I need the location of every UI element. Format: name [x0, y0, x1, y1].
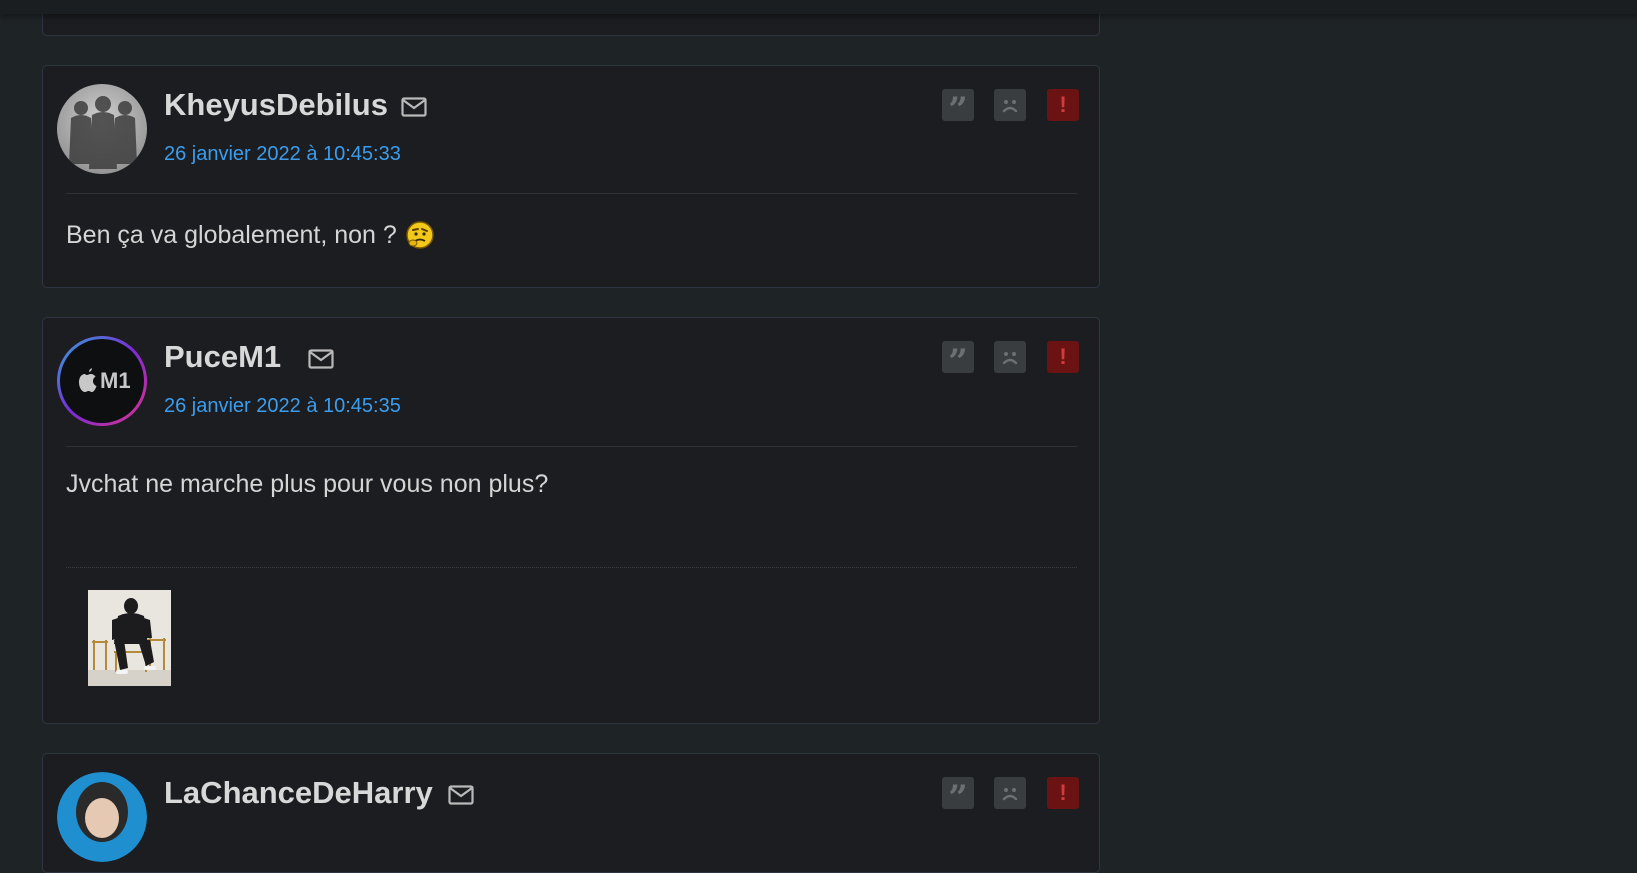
sad-button[interactable] [994, 89, 1026, 121]
top-navigation-bar [0, 0, 1637, 14]
forum-post: KheyusDebilus 26 janvier 2022 à 10:45:33… [42, 65, 1100, 288]
mail-icon[interactable] [308, 349, 334, 369]
alert-icon: ! [1059, 92, 1067, 117]
quote-icon: ” [948, 90, 968, 130]
forum-post: M1 PuceM1 26 janvier 2022 à 10:45:35 ” !… [42, 317, 1100, 724]
quote-button[interactable]: ” [942, 341, 974, 379]
quote-button[interactable]: ” [942, 89, 974, 127]
author-avatar[interactable]: M1 [57, 336, 147, 426]
sad-face-icon [1002, 788, 1018, 801]
report-button[interactable]: ! [1047, 341, 1079, 373]
quote-button[interactable]: ” [942, 777, 974, 815]
quote-icon: ” [948, 778, 968, 818]
author-name[interactable]: LaChanceDeHarry [164, 775, 433, 811]
quote-icon: ” [948, 342, 968, 382]
alert-icon: ! [1059, 780, 1067, 805]
forum-post: LaChanceDeHarry ” ! [42, 753, 1100, 873]
message-text: Jvchat ne marche plus pour vous non plus… [66, 470, 549, 498]
post-divider [66, 193, 1077, 194]
author-avatar[interactable] [57, 772, 147, 862]
alert-icon: ! [1059, 344, 1067, 369]
mail-icon[interactable] [401, 97, 427, 117]
signature-divider [66, 567, 1077, 568]
signature-image[interactable] [88, 590, 171, 686]
sad-button[interactable] [994, 341, 1026, 373]
report-button[interactable]: ! [1047, 777, 1079, 809]
post-date-link[interactable]: 26 janvier 2022 à 10:45:35 [164, 395, 401, 418]
sad-face-icon [1002, 352, 1018, 365]
post-date-link[interactable]: 26 janvier 2022 à 10:45:33 [164, 143, 401, 166]
mail-icon[interactable] [448, 785, 474, 805]
message-text: Ben ça va globalement, non ? [66, 220, 397, 249]
author-avatar[interactable] [57, 84, 147, 174]
avatar-chip-label: M1 [100, 368, 131, 393]
thinking-smiley-icon [406, 221, 434, 249]
post-message: Ben ça va globalement, non ? [66, 220, 435, 250]
post-divider [66, 446, 1077, 447]
author-name[interactable]: PuceM1 [164, 339, 281, 375]
sad-face-icon [1002, 100, 1018, 113]
report-button[interactable]: ! [1047, 89, 1079, 121]
sad-button[interactable] [994, 777, 1026, 809]
author-name[interactable]: KheyusDebilus [164, 87, 388, 123]
post-message: Jvchat ne marche plus pour vous non plus… [66, 470, 548, 499]
